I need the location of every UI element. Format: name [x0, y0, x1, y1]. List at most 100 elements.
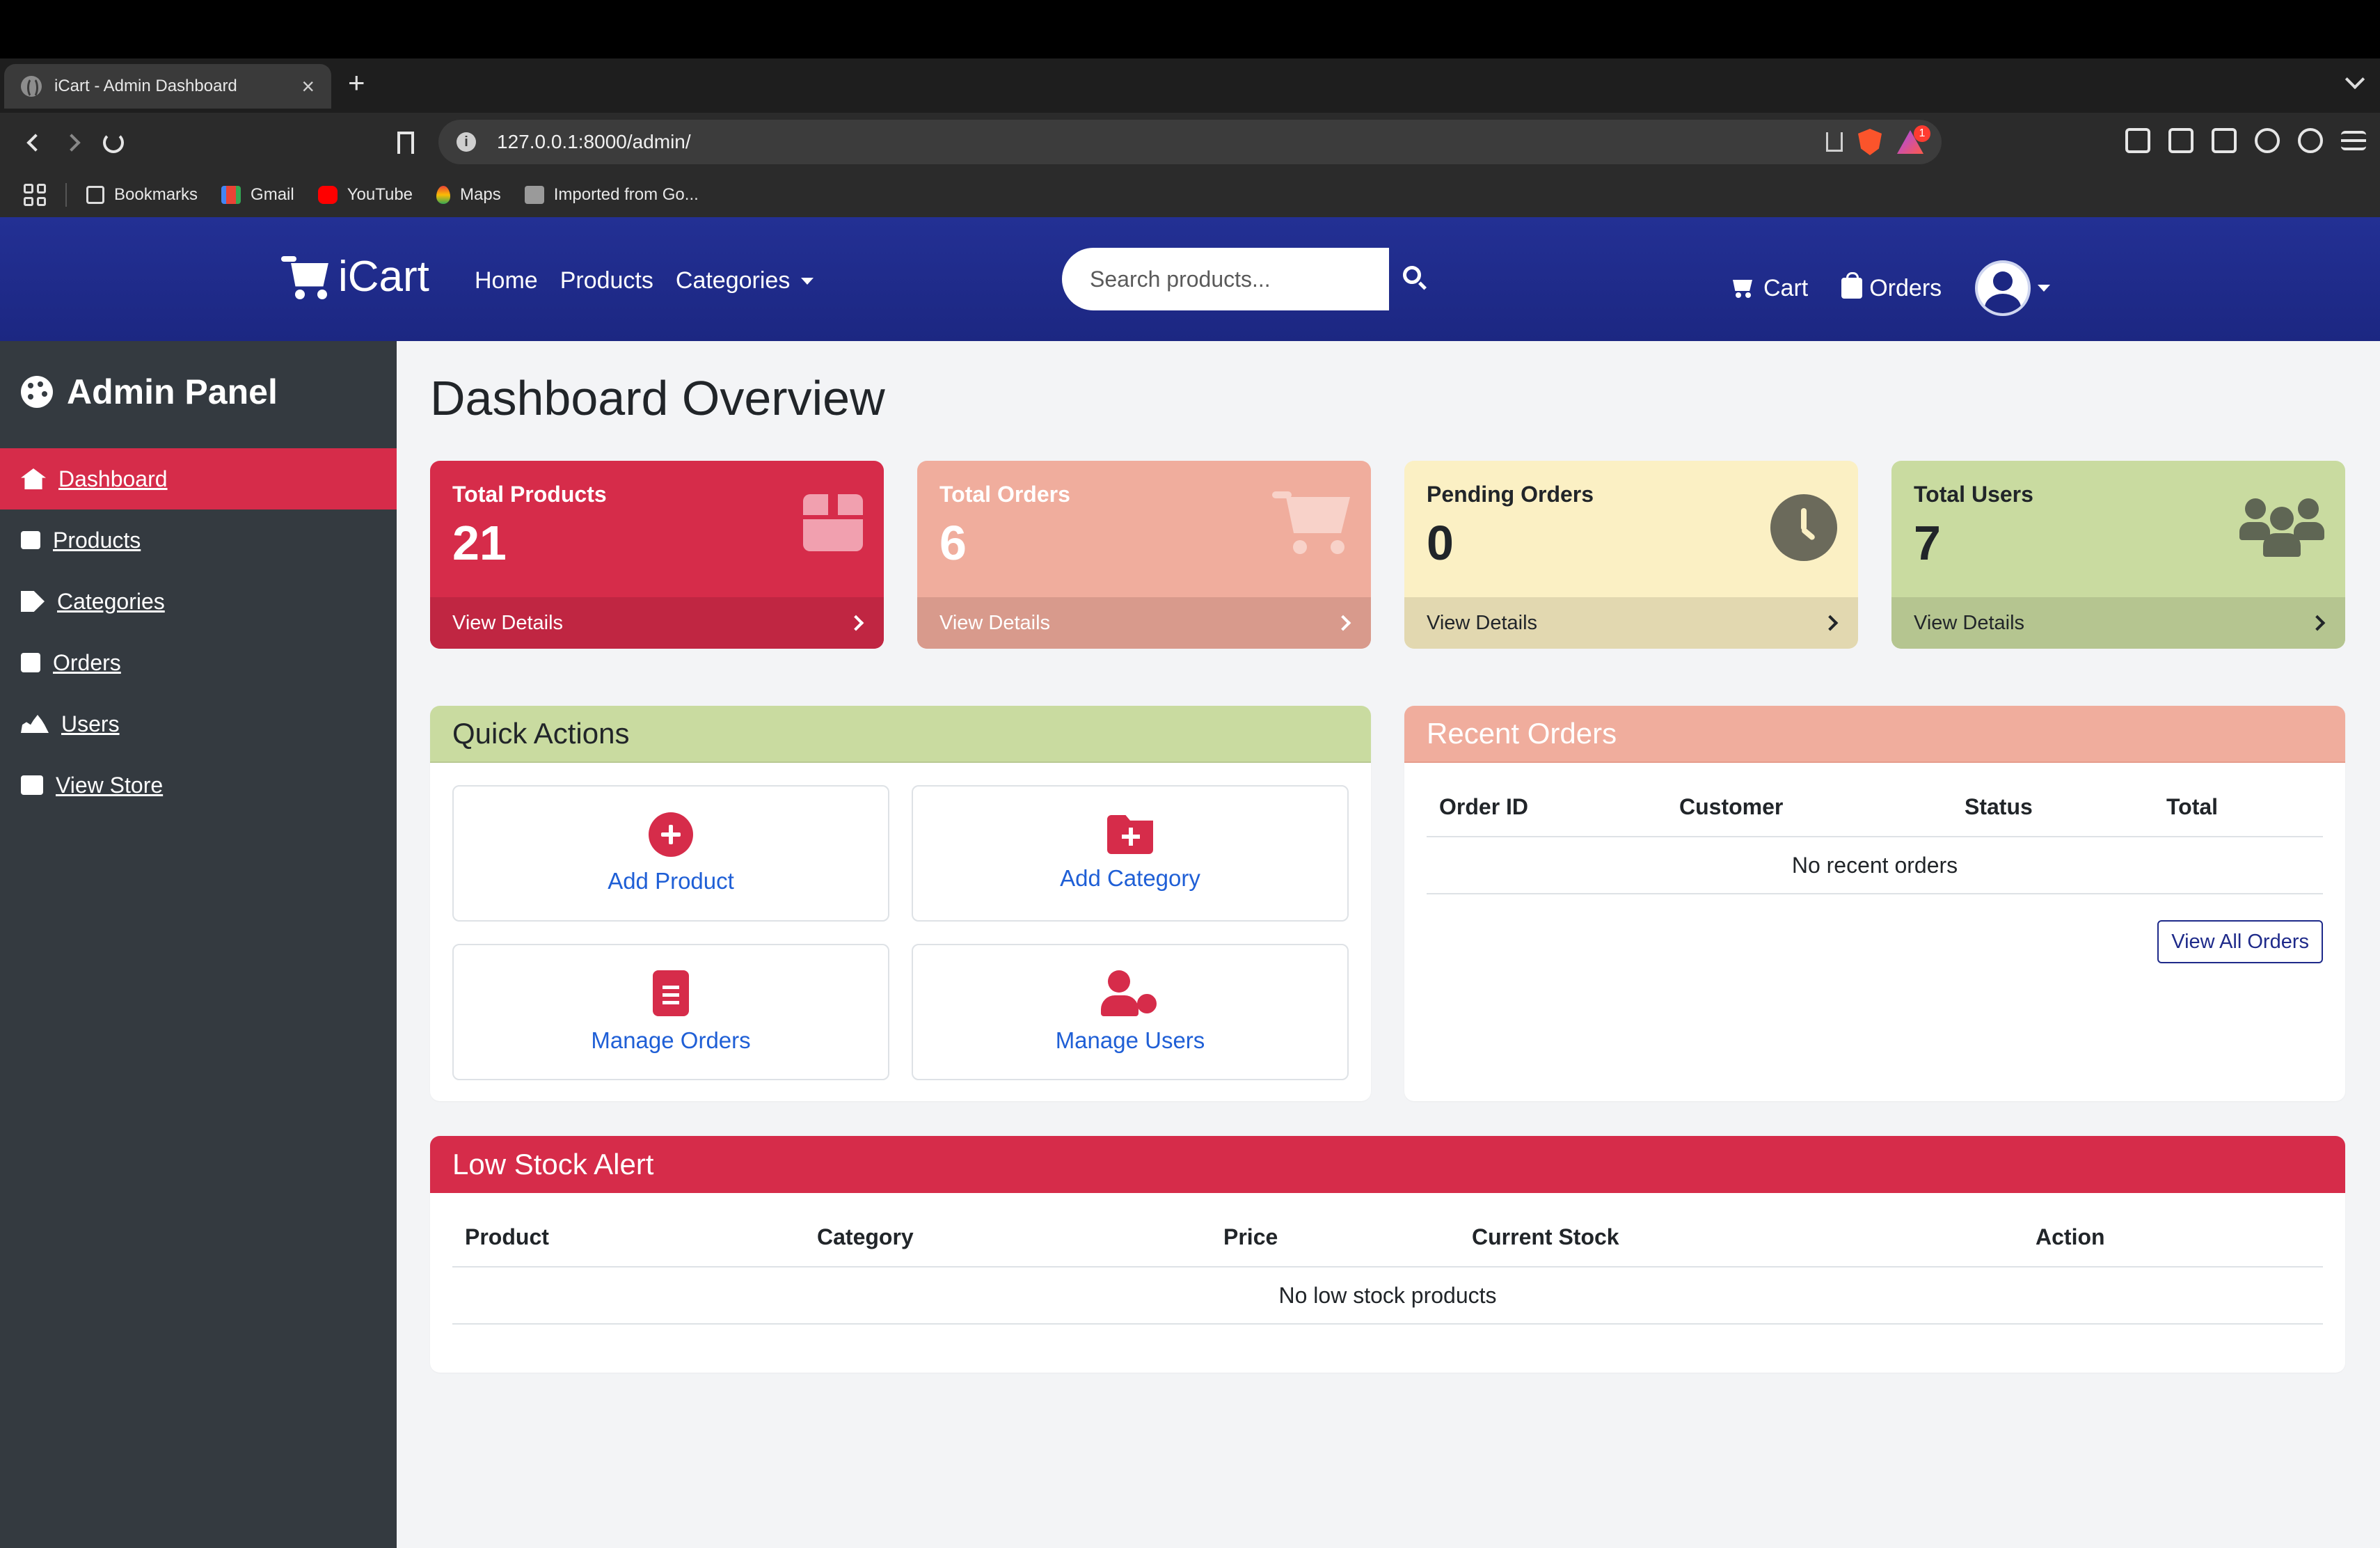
close-tab-icon[interactable]: × [301, 75, 315, 97]
search-button[interactable] [1403, 266, 1431, 294]
bookmark-page-button[interactable] [388, 125, 423, 160]
column-header: Category [804, 1208, 1211, 1267]
shopping-bag-icon [21, 653, 40, 672]
sidebar-item-label: Orders [53, 649, 121, 675]
bookmark-maps[interactable]: Maps [436, 185, 501, 205]
sidebar-item-users[interactable]: Users [0, 693, 397, 755]
chevron-right-icon [848, 615, 864, 631]
search-box [1062, 248, 1389, 310]
recent-orders-table: Order ID Customer Status Total No recent… [1427, 778, 2323, 894]
window-titlebar [0, 0, 2380, 58]
cart-icon [1730, 278, 1754, 298]
column-header: Product [452, 1208, 804, 1267]
orders-label: Orders [1869, 274, 1942, 301]
avatar [1975, 260, 2031, 316]
search-icon [1403, 266, 1421, 284]
globe-icon [21, 76, 42, 98]
sidebar-item-dashboard[interactable]: Dashboard [0, 448, 397, 510]
url-text[interactable]: 127.0.0.1:8000/admin/ [497, 131, 1826, 153]
column-header: Total [2154, 778, 2323, 837]
bookmark-label: Maps [460, 185, 501, 204]
quick-actions-title: Quick Actions [430, 706, 1371, 763]
bookmarks-divider [65, 183, 67, 207]
vpn-icon[interactable] [2298, 128, 2323, 153]
bookmark-youtube[interactable]: YouTube [317, 185, 413, 205]
main-nav: Home Products Categories [475, 267, 814, 294]
column-header: Order ID [1427, 778, 1667, 837]
chevron-right-icon [1822, 615, 1839, 631]
sidebar-item-products[interactable]: Products [0, 510, 397, 571]
view-details-link[interactable]: View Details [917, 597, 1371, 649]
chevron-right-icon [2309, 615, 2326, 631]
action-label: Add Product [608, 868, 734, 894]
action-label: Manage Users [1055, 1027, 1205, 1053]
site-info-icon[interactable]: i [457, 132, 476, 152]
orders-link[interactable]: Orders [1841, 272, 1942, 302]
view-details-link[interactable]: View Details [1891, 597, 2345, 649]
brand-logo[interactable]: iCart [281, 252, 429, 301]
users-icon [2239, 494, 2324, 561]
nav-home-link[interactable]: Home [475, 267, 538, 294]
sidebar-item-view-store[interactable]: View Store [0, 755, 397, 816]
manage-users-button[interactable]: Manage Users [912, 944, 1349, 1080]
stat-label: Pending Orders [1427, 482, 1594, 507]
menu-icon[interactable] [2341, 131, 2366, 150]
add-product-button[interactable]: Add Product [452, 785, 889, 922]
bookmark-bookmarks[interactable]: Bookmarks [86, 185, 198, 205]
action-label: Manage Orders [591, 1027, 751, 1053]
low-stock-table: Product Category Price Current Stock Act… [452, 1208, 2323, 1325]
folder-plus-icon [1107, 815, 1153, 854]
extensions-icon[interactable] [2125, 128, 2150, 153]
share-icon[interactable] [1826, 132, 1843, 152]
stat-value: 7 [1914, 516, 1941, 570]
view-details-link[interactable]: View Details [1404, 597, 1858, 649]
maps-icon [436, 186, 451, 204]
cart-label: Cart [1763, 274, 1809, 301]
reload-button[interactable] [96, 125, 131, 160]
sidebar-item-label: Dashboard [58, 466, 168, 491]
sidebar-item-categories[interactable]: Categories [0, 571, 397, 632]
address-bar[interactable]: i 127.0.0.1:8000/admin/ [438, 120, 1942, 164]
back-button[interactable] [18, 125, 53, 160]
view-all-orders-button[interactable]: View All Orders [2157, 920, 2323, 963]
search-input[interactable] [1090, 266, 1368, 292]
brave-shields-icon[interactable] [1858, 129, 1882, 155]
browser-tab[interactable]: iCart - Admin Dashboard × [4, 64, 331, 109]
bookmark-gmail[interactable]: Gmail [221, 185, 294, 205]
shopping-bag-icon [1841, 272, 1863, 299]
plus-circle-icon [649, 812, 693, 857]
sidebar-item-orders[interactable]: Orders [0, 632, 397, 693]
apps-grid-icon[interactable] [24, 184, 46, 206]
table-row: No low stock products [452, 1267, 2323, 1325]
store-icon [21, 775, 43, 795]
sidebar-item-label: Products [53, 527, 141, 553]
table-header-row: Product Category Price Current Stock Act… [452, 1208, 2323, 1267]
youtube-icon [317, 186, 338, 204]
box-icon [803, 494, 863, 551]
profile-dropdown[interactable] [1975, 260, 2051, 316]
nav-products-link[interactable]: Products [560, 267, 653, 294]
manage-orders-button[interactable]: Manage Orders [452, 944, 889, 1080]
tab-title: iCart - Admin Dashboard [54, 77, 237, 95]
palette-icon [21, 376, 53, 408]
view-details-link[interactable]: View Details [430, 597, 884, 649]
new-tab-button[interactable]: + [348, 68, 365, 97]
leo-ai-icon[interactable] [2255, 128, 2280, 153]
stat-label: Total Users [1914, 482, 2033, 507]
bookmark-label: Imported from Go... [553, 185, 699, 204]
stat-value: 21 [452, 516, 507, 570]
add-category-button[interactable]: Add Category [912, 785, 1349, 922]
rewards-badge: 1 [1914, 125, 1930, 142]
cart-icon [1272, 489, 1350, 555]
nav-categories-dropdown[interactable]: Categories [676, 267, 814, 294]
cart-link[interactable]: Cart [1730, 275, 1808, 302]
wallet-icon[interactable] [2212, 128, 2237, 153]
bookmark-label: YouTube [347, 185, 413, 204]
forward-button[interactable] [54, 125, 89, 160]
bookmark-folder-imported[interactable]: Imported from Go... [524, 185, 699, 205]
chevron-right-icon [1335, 615, 1351, 631]
reload-icon [103, 132, 124, 153]
sidebar-toggle-icon[interactable] [2168, 128, 2193, 153]
quick-actions-card: Quick Actions Add Product Add Category M… [430, 706, 1371, 1101]
stat-card-pending-orders: Pending Orders 0 View Details [1404, 461, 1858, 649]
